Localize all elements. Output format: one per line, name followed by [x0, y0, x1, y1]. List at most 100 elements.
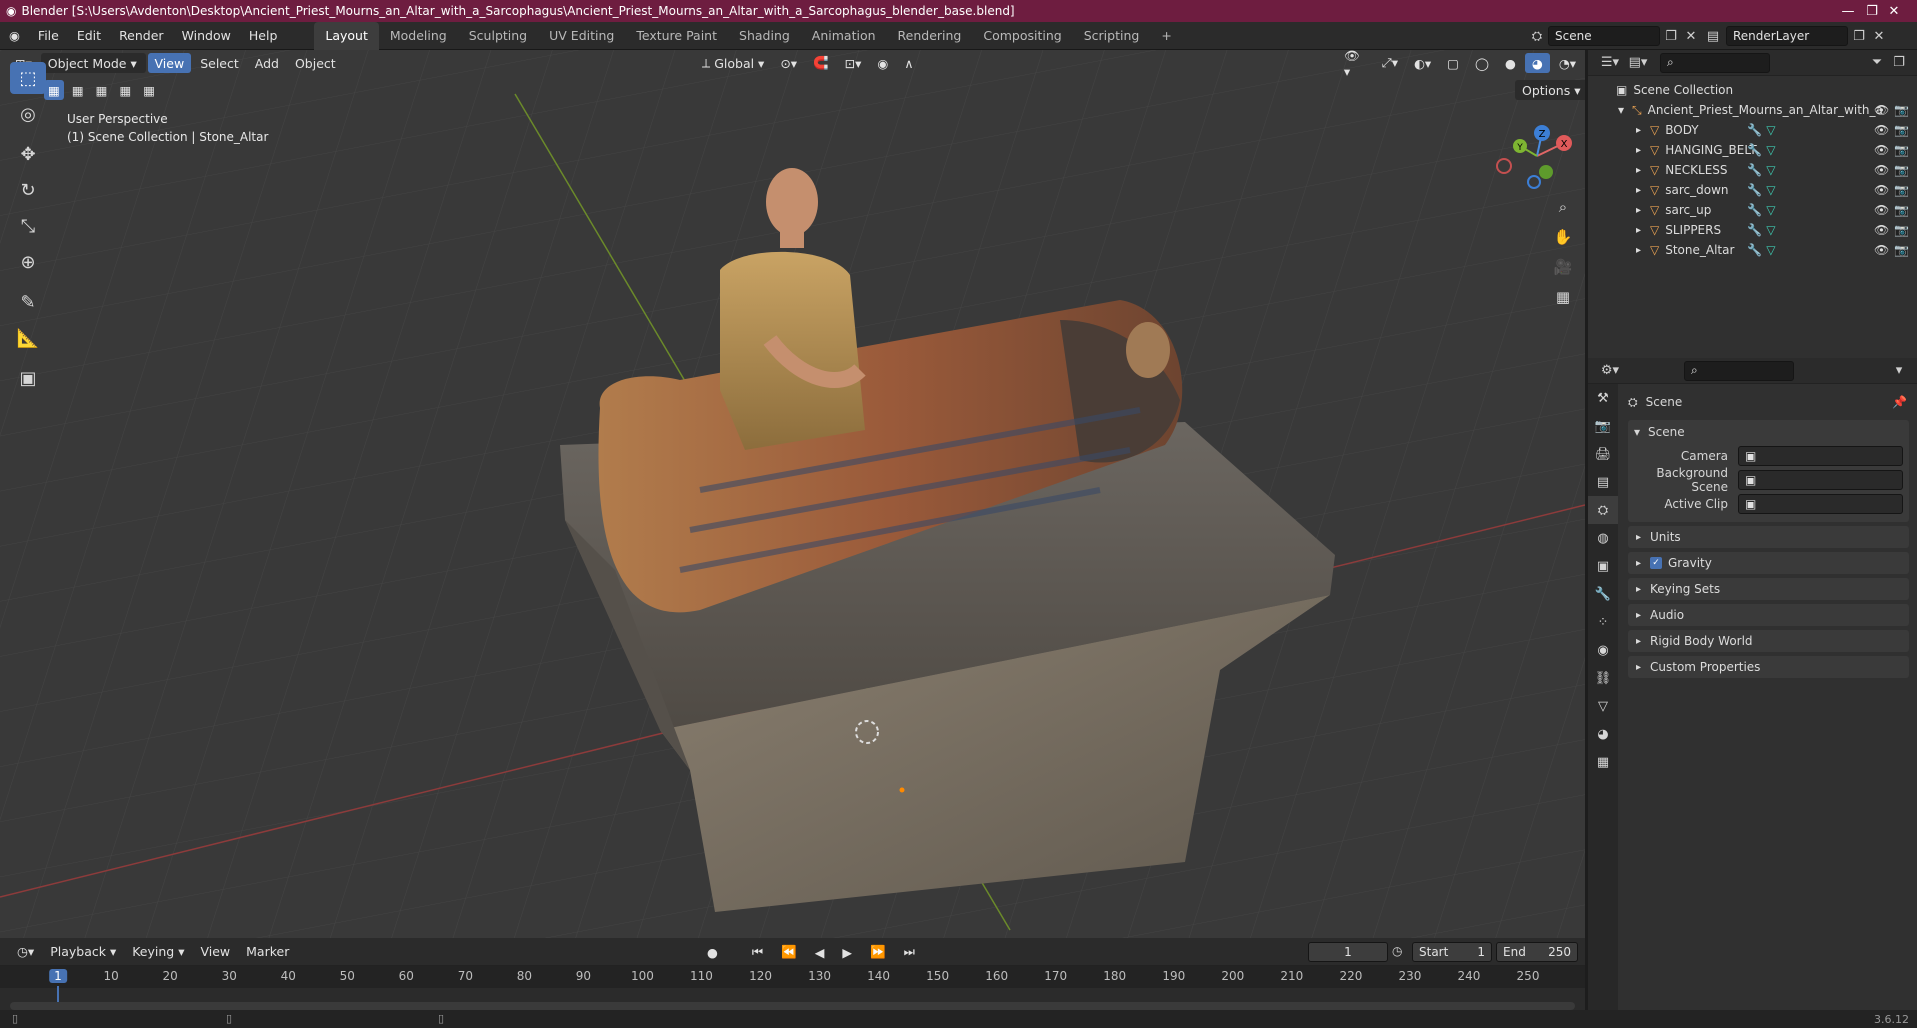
modifier-wrench-icon[interactable]: 🔧: [1747, 183, 1762, 197]
property-section-header[interactable]: ▸ Keying Sets: [1628, 578, 1909, 600]
solid-shading-icon[interactable]: ●: [1498, 53, 1523, 73]
property-field[interactable]: ▣: [1738, 470, 1903, 490]
tab-scripting[interactable]: Scripting: [1073, 22, 1151, 50]
material-tab-icon[interactable]: ◕: [1588, 720, 1618, 748]
physics-tab-icon[interactable]: ◉: [1588, 636, 1618, 664]
display-mode-icon[interactable]: ▤▾: [1624, 55, 1652, 70]
mode-dropdown[interactable]: Object Mode ▾: [40, 53, 146, 73]
render-camera-icon[interactable]: 📷: [1894, 223, 1909, 237]
tab-uv-editing[interactable]: UV Editing: [538, 22, 625, 50]
select-intersect-icon[interactable]: ▦: [139, 80, 159, 100]
renderlayer-field[interactable]: RenderLayer: [1726, 26, 1848, 46]
menu-object[interactable]: Object: [288, 53, 343, 73]
expand-arrow-icon[interactable]: ▸: [1636, 185, 1650, 196]
mesh-data-icon[interactable]: ▽: [1766, 143, 1775, 157]
tab-rendering[interactable]: Rendering: [887, 22, 973, 50]
blender-menu-icon[interactable]: ◉: [0, 22, 29, 50]
outliner-object-row[interactable]: ▸ ▽ SLIPPERS 🔧 ▽ 👁 📷: [1588, 220, 1917, 240]
modifier-wrench-icon[interactable]: 🔧: [1747, 123, 1762, 137]
preview-range-icon[interactable]: ◷: [1392, 944, 1402, 958]
menu-marker[interactable]: Marker: [239, 942, 296, 962]
tab-compositing[interactable]: Compositing: [972, 22, 1072, 50]
expand-arrow-icon[interactable]: ▸: [1636, 245, 1650, 256]
menu-select[interactable]: Select: [193, 53, 246, 73]
delete-scene-icon[interactable]: ✕: [1682, 29, 1700, 44]
expand-arrow-icon[interactable]: ▸: [1636, 165, 1650, 176]
jump-start-icon[interactable]: ⏮: [745, 942, 770, 962]
overlay-icon[interactable]: ◐▾: [1407, 53, 1438, 73]
falloff-icon[interactable]: ∧: [897, 53, 920, 73]
perspective-grid-icon[interactable]: ▦: [1550, 284, 1576, 310]
modifier-wrench-icon[interactable]: 🔧: [1747, 143, 1762, 157]
menu-edit[interactable]: Edit: [68, 22, 110, 50]
add-cube-tool[interactable]: ▣: [10, 362, 46, 394]
dropdown-arrow-icon[interactable]: ▾: [1889, 363, 1909, 378]
scale-tool[interactable]: ⤡: [10, 210, 46, 242]
transform-orientation-dropdown[interactable]: ⟂ Global ▾: [695, 53, 771, 73]
outliner-object-row[interactable]: ▸ ▽ sarc_down 🔧 ▽ 👁 📷: [1588, 180, 1917, 200]
renderlayer-icon[interactable]: ▤: [1700, 29, 1726, 44]
mesh-data-icon[interactable]: ▽: [1766, 183, 1775, 197]
scene-panel-header[interactable]: ▾ Scene: [1628, 420, 1909, 444]
outliner-collection-row[interactable]: ▾ ⤡ Ancient_Priest_Mourns_an_Altar_with_…: [1588, 100, 1917, 120]
proportional-edit-icon[interactable]: ◉: [870, 53, 895, 73]
cursor-tool[interactable]: ◎: [10, 98, 46, 130]
property-section-header[interactable]: ▸ Audio: [1628, 604, 1909, 626]
timeline-editor-icon[interactable]: ◷▾: [10, 942, 41, 962]
particles-tab-icon[interactable]: ⁘: [1588, 608, 1618, 636]
expand-arrow-icon[interactable]: ▸: [1636, 205, 1650, 216]
property-section-header[interactable]: ▸ Units: [1628, 526, 1909, 548]
pivot-icon[interactable]: ⊙▾: [773, 53, 804, 73]
constraints-tab-icon[interactable]: ⛓: [1588, 664, 1618, 692]
mesh-data-icon[interactable]: ▽: [1766, 123, 1775, 137]
visibility-eye-icon[interactable]: 👁: [1874, 243, 1889, 257]
render-camera-icon[interactable]: 📷: [1894, 183, 1909, 197]
play-reverse-icon[interactable]: ◀: [808, 942, 832, 962]
gizmo-icon[interactable]: ⤢▾: [1375, 53, 1405, 73]
new-collection-icon[interactable]: ❐: [1889, 55, 1909, 70]
menu-file[interactable]: File: [29, 22, 68, 50]
camera-view-icon[interactable]: 🎥: [1550, 254, 1576, 280]
visibility-eye-icon[interactable]: 👁: [1874, 123, 1889, 137]
snap-icon[interactable]: 🧲: [806, 53, 836, 73]
view-layer-tab-icon[interactable]: ▤: [1588, 468, 1618, 496]
rendered-shading-icon[interactable]: ◔▾: [1552, 53, 1583, 73]
visibility-eye-icon[interactable]: 👁: [1874, 223, 1889, 237]
tab-modeling[interactable]: Modeling: [379, 22, 458, 50]
visibility-eye-icon[interactable]: 👁: [1874, 183, 1889, 197]
outliner-object-row[interactable]: ▸ ▽ HANGING_BELT 🔧 ▽ 👁 📷: [1588, 140, 1917, 160]
start-frame-field[interactable]: Start 1: [1412, 942, 1492, 962]
tab-sculpting[interactable]: Sculpting: [458, 22, 538, 50]
property-section-header[interactable]: ▸ ✓ Gravity: [1628, 552, 1909, 574]
select-invert-icon[interactable]: ▦: [115, 80, 135, 100]
record-icon[interactable]: ●: [700, 942, 725, 962]
scene-icon[interactable]: ⛭: [1526, 29, 1548, 44]
snap-target-icon[interactable]: ⊡▾: [838, 53, 869, 73]
expand-arrow-icon[interactable]: ▸: [1636, 125, 1650, 136]
jump-end-icon[interactable]: ⏭: [897, 942, 922, 962]
outliner-object-row[interactable]: ▸ ▽ NECKLESS 🔧 ▽ 👁 📷: [1588, 160, 1917, 180]
menu-help[interactable]: Help: [240, 22, 287, 50]
move-tool[interactable]: ✥: [10, 138, 46, 170]
data-tab-icon[interactable]: ▽: [1588, 692, 1618, 720]
outliner-editor-icon[interactable]: ☰▾: [1596, 55, 1624, 70]
play-icon[interactable]: ▶: [835, 942, 859, 962]
transform-tool[interactable]: ⊕: [10, 246, 46, 278]
property-field[interactable]: ▣: [1738, 446, 1903, 466]
material-shading-icon[interactable]: ◕: [1524, 53, 1550, 73]
visibility-eye-icon[interactable]: 👁: [1874, 143, 1889, 157]
mesh-data-icon[interactable]: ▽: [1766, 223, 1775, 237]
properties-search-input[interactable]: ⌕: [1684, 360, 1794, 381]
new-layer-icon[interactable]: ❐: [1848, 29, 1870, 44]
wireframe-shading-icon[interactable]: ◯: [1468, 53, 1496, 73]
outliner-object-row[interactable]: ▸ ▽ BODY 🔧 ▽ 👁 📷: [1588, 120, 1917, 140]
outliner-scene-collection[interactable]: ▣ Scene Collection: [1588, 80, 1917, 100]
menu-view[interactable]: View: [147, 53, 192, 73]
modifier-wrench-icon[interactable]: 🔧: [1747, 243, 1762, 257]
current-frame-marker[interactable]: 1: [49, 969, 67, 983]
properties-editor-icon[interactable]: ⚙▾: [1596, 363, 1624, 378]
property-field[interactable]: ▣: [1738, 494, 1903, 514]
modifier-wrench-icon[interactable]: 🔧: [1747, 163, 1762, 177]
render-camera-icon[interactable]: 📷: [1894, 203, 1909, 217]
render-camera-icon[interactable]: 📷: [1894, 123, 1909, 137]
